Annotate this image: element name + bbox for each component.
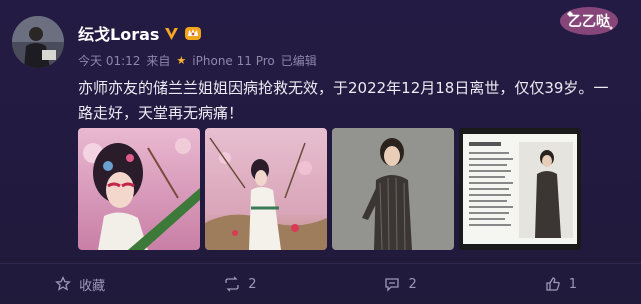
star-outline-icon: [55, 276, 71, 291]
repost-count: 2: [248, 276, 257, 292]
comment-count: 2: [408, 276, 417, 292]
decor-label: 乙乙哒: [568, 13, 611, 30]
post-image-3[interactable]: [332, 128, 454, 250]
author-row: 纭戈Loras: [78, 22, 202, 44]
post-image-4[interactable]: [459, 128, 581, 250]
weibo-post-card: 纭戈Loras 今天 01:12 来自 ★ iPhone 11 Pro 已编辑 …: [0, 0, 641, 304]
edited-label[interactable]: 已编辑: [281, 52, 317, 69]
post-image-1[interactable]: [78, 128, 200, 250]
post-text: 亦师亦友的储兰兰姐姐因病抢救无效，于2022年12月18日离世，仅仅39岁。一路…: [78, 79, 609, 122]
post-source[interactable]: iPhone 11 Pro: [192, 54, 274, 68]
post-time: 今天 01:12: [78, 54, 141, 68]
repost-button[interactable]: 2: [160, 264, 320, 304]
decorative-sticker-icon: 乙乙哒: [560, 7, 618, 35]
star-icon: ★: [176, 54, 187, 67]
post-image-2[interactable]: [205, 128, 327, 250]
like-count: 1: [568, 276, 578, 292]
favorite-label: 收藏: [79, 278, 106, 294]
like-button[interactable]: 1: [481, 264, 641, 304]
repost-icon: [225, 276, 239, 292]
image-grid: [78, 128, 581, 250]
author-name[interactable]: 纭戈Loras: [78, 21, 159, 45]
favorite-button[interactable]: 收藏: [0, 264, 160, 304]
comment-button[interactable]: 2: [321, 264, 481, 304]
thumbs-up-icon: [546, 277, 560, 291]
source-prefix: 来自: [146, 54, 171, 68]
avatar[interactable]: [12, 16, 64, 68]
verified-v-icon: [163, 25, 180, 42]
action-bar: 收藏 2 2 1: [0, 264, 641, 304]
comment-icon: [385, 278, 400, 292]
post-meta: 今天 01:12 来自 ★ iPhone 11 Pro 已编辑: [78, 52, 317, 69]
vip-crown-icon: [184, 25, 202, 41]
